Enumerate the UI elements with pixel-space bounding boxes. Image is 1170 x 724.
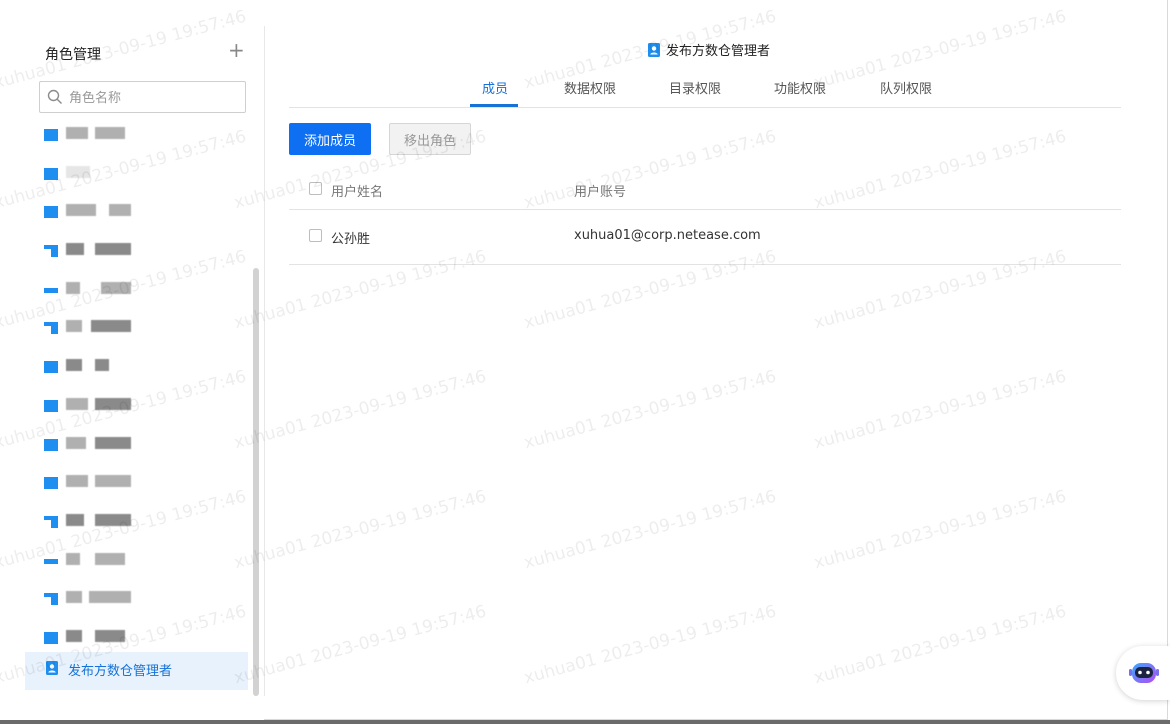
redacted-text [95,127,125,139]
redacted-text [66,165,90,178]
row-checkbox[interactable] [309,229,322,242]
tab-queue-permission[interactable]: 队列权限 [880,78,932,97]
add-member-button[interactable]: 添加成员 [289,123,371,155]
role-list-item[interactable] [25,350,248,389]
role-search-box[interactable] [39,81,246,113]
role-icon [44,167,58,180]
role-list-item[interactable] [25,157,248,196]
role-icon [44,287,58,293]
redacted-text [95,629,125,642]
sidebar-item-selected[interactable]: 发布方数仓管理者 [25,652,248,690]
role-list-item[interactable] [25,273,248,312]
column-header-name: 用户姓名 [331,185,384,200]
redacted-text [91,320,131,333]
redacted-text [66,127,88,139]
user-badge-icon [648,43,660,57]
cell-user-account: xuhua01@corp.netease.com [574,228,761,243]
redacted-text [95,243,131,256]
role-icon [44,245,58,258]
role-icon [44,558,58,564]
sidebar-scrollbar[interactable] [253,268,259,696]
role-icon [44,515,58,528]
redacted-text [66,281,80,294]
role-list-item[interactable] [25,428,248,467]
role-list [25,118,248,660]
role-icon [44,593,58,606]
role-list-item[interactable] [25,118,248,157]
active-tab-indicator [470,104,518,107]
robot-assistant-icon [1129,663,1159,683]
redacted-text [66,591,82,604]
role-list-item[interactable] [25,234,248,273]
plus-icon[interactable]: + [228,40,245,60]
role-icon [44,129,58,141]
redacted-text [66,359,82,372]
redacted-text [95,436,131,449]
search-input[interactable] [67,87,241,109]
role-icon [44,322,58,335]
role-icon [44,361,58,374]
redacted-text [66,243,84,256]
redacted-text [66,436,86,449]
redacted-text [66,320,82,333]
redacted-text [101,281,131,294]
redacted-text [109,204,131,217]
role-list-item[interactable] [25,544,248,583]
table-row-divider [289,264,1121,265]
role-icon [44,477,58,490]
tab-members[interactable]: 成员 [482,78,508,97]
column-header-account: 用户账号 [574,185,627,200]
role-icon [44,631,58,644]
redacted-text [95,475,131,488]
sidebar: 角色管理 + 角色名称 发布方数仓管理者 [0,0,264,720]
redacted-text [66,513,84,526]
role-icon [44,399,58,412]
tab-function-permission[interactable]: 功能权限 [774,78,826,97]
role-icon [44,438,58,451]
redacted-text [95,397,131,410]
tab-data-permission[interactable]: 数据权限 [564,78,616,97]
role-list-item[interactable] [25,195,248,234]
tab-catalog-permission[interactable]: 目录权限 [669,78,721,97]
redacted-text [66,475,88,488]
redacted-text [89,591,131,604]
sidebar-divider [264,26,265,696]
table-header-divider [289,209,1121,210]
role-list-item[interactable] [25,389,248,428]
remove-role-button[interactable]: 移出角色 [389,123,471,155]
role-header: 发布方数仓管理者 [648,40,770,59]
redacted-text [95,513,131,526]
role-list-item[interactable] [25,505,248,544]
redacted-text [66,397,88,410]
select-all-checkbox[interactable] [309,182,322,195]
cell-user-name: 公孙胜 [331,232,371,247]
redacted-text [95,359,109,372]
redacted-text [66,204,96,217]
bottom-edge [0,720,1170,724]
role-list-item[interactable] [25,466,248,505]
search-icon [47,89,62,104]
role-list-item[interactable] [25,582,248,621]
user-badge-icon [46,661,58,675]
assistant-button[interactable] [1116,646,1170,700]
role-icon [44,206,58,219]
sidebar-title: 角色管理 [45,47,101,63]
redacted-text [66,629,82,642]
redacted-text [95,552,125,565]
role-title: 发布方数仓管理者 [666,44,771,59]
permission-tabs: 成员 数据权限 目录权限 功能权限 队列权限 [289,74,1121,108]
role-list-item[interactable] [25,311,248,350]
redacted-text [66,552,80,565]
sidebar-item-label: 发布方数仓管理者 [68,664,173,679]
